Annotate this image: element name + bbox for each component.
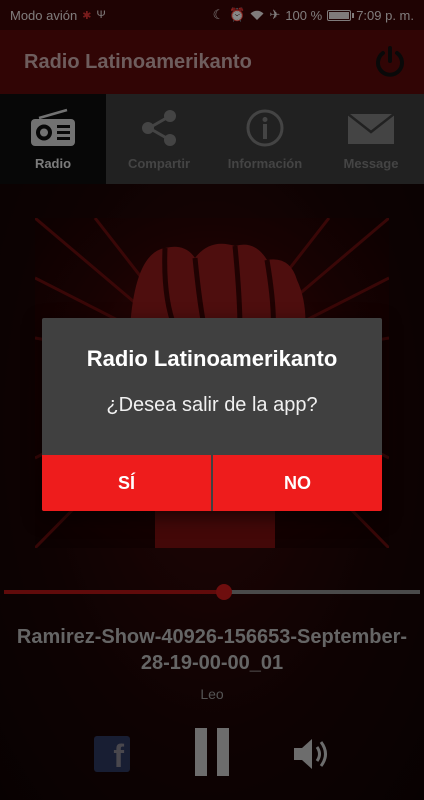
exit-dialog: Radio Latinoamerikanto ¿Desea salir de l… — [42, 318, 382, 511]
no-button[interactable]: NO — [213, 455, 382, 511]
dialog-message: ¿Desea salir de la app? — [106, 394, 318, 416]
dialog-title: Radio Latinoamerikanto — [86, 346, 338, 371]
yes-button[interactable]: SÍ — [42, 455, 211, 511]
